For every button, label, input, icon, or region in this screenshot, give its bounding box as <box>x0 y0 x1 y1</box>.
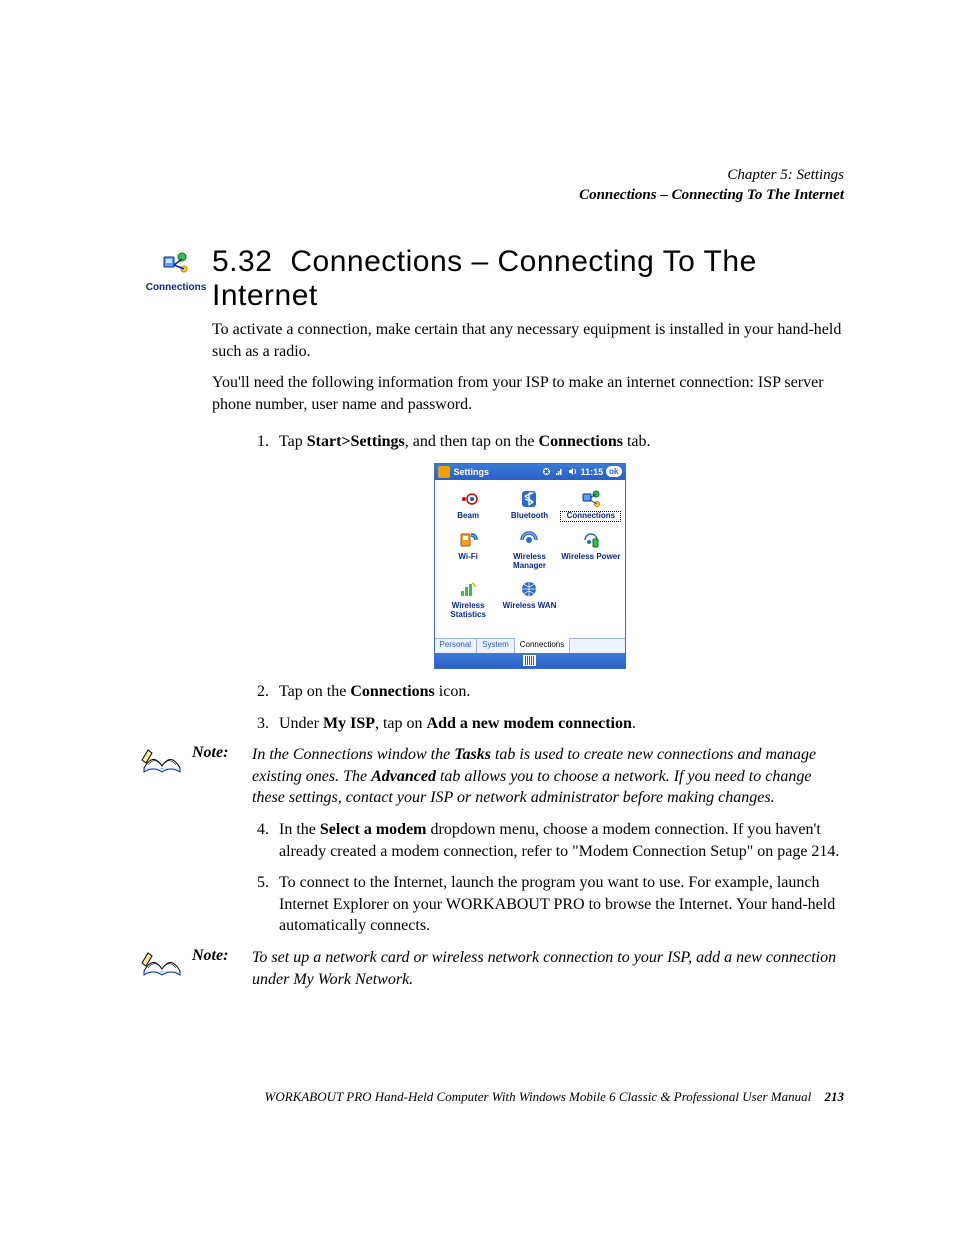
screenshot-time: 11:15 <box>581 466 604 478</box>
note-book-icon <box>140 947 192 990</box>
wireless-statistics-icon <box>457 578 479 600</box>
note-2: Note: To set up a network card or wirele… <box>140 947 844 990</box>
settings-icon-grid: BeamBluetoothConnections Wi-FiWireless Ma… <box>435 480 625 638</box>
connectivity-status-icon <box>541 466 552 477</box>
screenshot-title: Settings <box>454 466 490 478</box>
manual-page: Chapter 5: Settings Connections – Connec… <box>0 0 954 1235</box>
tile-label: Wireless WAN <box>500 602 559 611</box>
tile-label: Wireless Manager <box>500 553 559 571</box>
note-2-text: To set up a network card or wireless net… <box>252 947 844 990</box>
start-flag-icon <box>438 466 450 478</box>
connections-icon <box>580 488 602 510</box>
step-4: In the Select a modem dropdown menu, cho… <box>273 819 844 862</box>
page-number: 213 <box>825 1089 845 1104</box>
wireless-wan-icon <box>518 578 540 600</box>
wi-fi-icon <box>457 529 479 551</box>
page-footer: WORKABOUT PRO Hand-Held Computer With Wi… <box>185 1089 844 1105</box>
step-1: Tap Start>Settings, and then tap on the … <box>273 431 844 453</box>
tile-label: Bluetooth <box>500 512 559 521</box>
note-book-icon <box>140 744 192 809</box>
page-content: Connections 5.32Connections – Connecting… <box>140 245 844 1000</box>
screenshot-ok-button: ok <box>606 466 621 477</box>
wireless-manager-icon <box>518 529 540 551</box>
tab-connections: Connections <box>515 638 570 653</box>
tab-system: System <box>477 639 515 653</box>
step-2: Tap on the Connections icon. <box>273 681 844 703</box>
tile-beam: Beam <box>439 486 498 525</box>
screenshot-titlebar: Settings 11:15 ok <box>435 464 625 480</box>
footer-text: WORKABOUT PRO Hand-Held Computer With Wi… <box>265 1089 812 1104</box>
settings-tab-bar: Personal System Connections <box>435 638 625 653</box>
connections-margin-icon: Connections <box>140 251 212 293</box>
tile-label: Wireless Power <box>561 553 620 562</box>
bluetooth-icon <box>518 488 540 510</box>
tile-connections: Connections <box>561 486 620 525</box>
section-label: Connections – Connecting To The Internet <box>579 185 844 205</box>
signal-status-icon <box>554 466 565 477</box>
chapter-label: Chapter 5: Settings <box>579 165 844 185</box>
intro-paragraph-2: You'll need the following information fr… <box>212 372 844 415</box>
note-2-label: Note: <box>192 947 252 990</box>
heading-number: 5.32 <box>212 245 272 278</box>
section-heading: 5.32Connections – Connecting To The Inte… <box>212 245 844 313</box>
beam-icon <box>457 488 479 510</box>
connections-margin-label: Connections <box>140 282 212 293</box>
tile-label: Connections <box>561 512 620 521</box>
running-header: Chapter 5: Settings Connections – Connec… <box>579 165 844 206</box>
note-1-text: In the Connections window the Tasks tab … <box>252 744 844 809</box>
tile-wireless-statistics: Wireless Statistics <box>439 576 498 624</box>
settings-screenshot: Settings 11:15 ok BeamBluetoothConnectio… <box>434 463 626 669</box>
step-5: To connect to the Internet, launch the p… <box>273 872 844 937</box>
volume-status-icon <box>567 466 578 477</box>
tab-personal: Personal <box>435 639 478 653</box>
tile-wi-fi: Wi-Fi <box>439 527 498 575</box>
tile-wireless-wan: Wireless WAN <box>500 576 559 624</box>
tile-label: Beam <box>439 512 498 521</box>
tile-bluetooth: Bluetooth <box>500 486 559 525</box>
note-1-label: Note: <box>192 744 252 809</box>
wireless-power-icon <box>580 529 602 551</box>
connections-icon <box>162 251 190 275</box>
intro-paragraph-1: To activate a connection, make certain t… <box>212 319 844 362</box>
heading-title: Connections – Connecting To The Internet <box>212 245 757 312</box>
step-3: Under My ISP, tap on Add a new modem con… <box>273 713 844 735</box>
tile-label: Wi-Fi <box>439 553 498 562</box>
note-1: Note: In the Connections window the Task… <box>140 744 844 809</box>
screenshot-softkey-bar <box>435 653 625 668</box>
keyboard-icon <box>523 655 536 666</box>
tile-wireless-manager: Wireless Manager <box>500 527 559 575</box>
tile-label: Wireless Statistics <box>439 602 498 620</box>
tile-wireless-power: Wireless Power <box>561 527 620 575</box>
